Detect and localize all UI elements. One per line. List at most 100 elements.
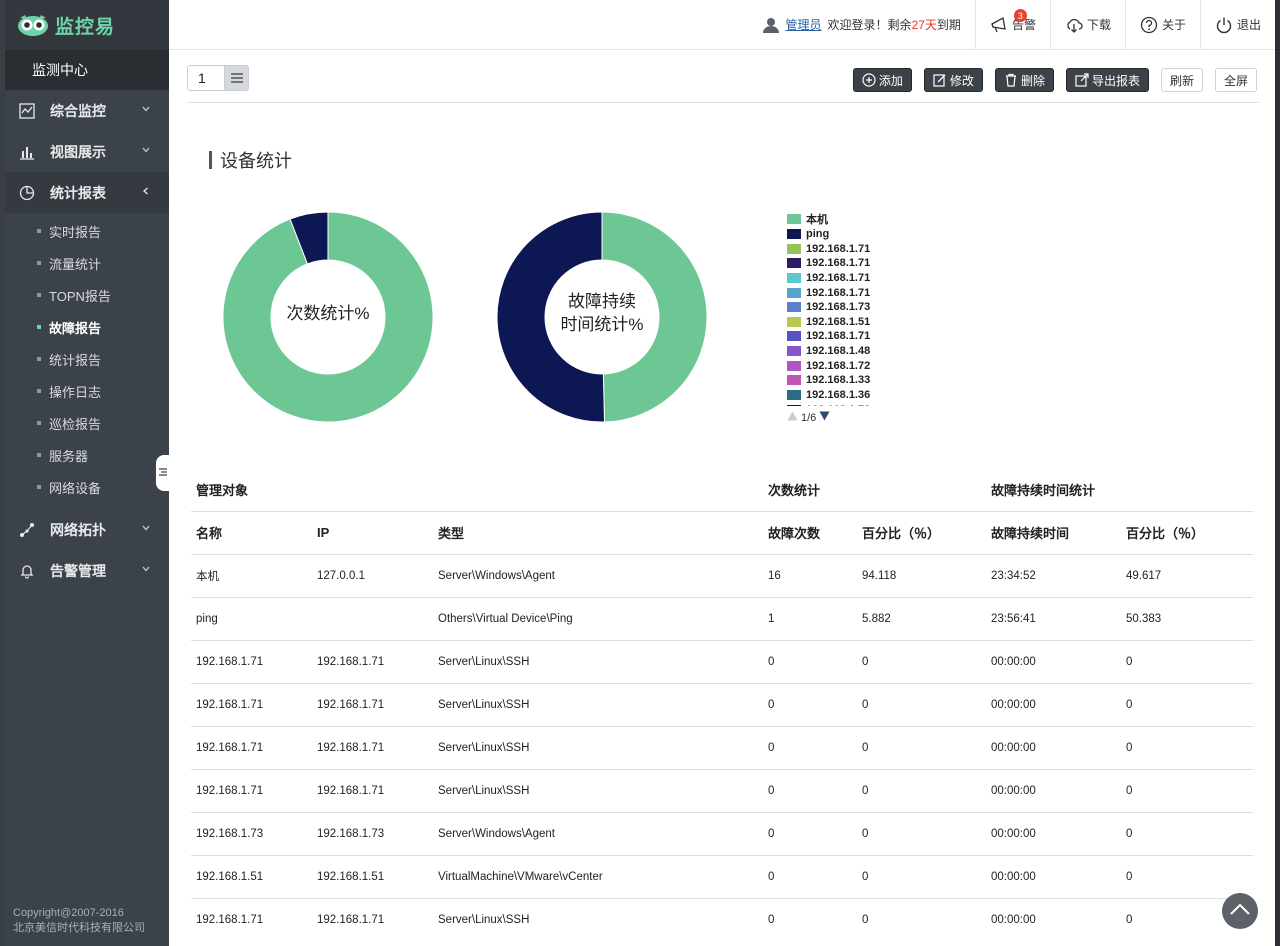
legend-item[interactable]: 192.168.1.72 xyxy=(787,402,887,406)
legend-item[interactable]: 192.168.1.71 xyxy=(787,241,887,256)
scroll-to-top-button[interactable] xyxy=(1222,893,1258,929)
panel-title-text: 设备统计 xyxy=(220,151,292,171)
delete-button[interactable]: 删除 xyxy=(994,68,1054,92)
refresh-button[interactable]: 刷新 xyxy=(1160,68,1203,92)
fullscreen-button[interactable]: 全屏 xyxy=(1214,68,1257,92)
export-label: 导出报表 xyxy=(1091,73,1140,88)
legend-swatch xyxy=(787,302,801,313)
table-row[interactable]: 192.168.1.51 192.168.1.51 VirtualMachine\V… xyxy=(191,854,1253,898)
legend-item[interactable]: 本机 xyxy=(787,212,887,227)
column-header[interactable]: 百分比（％） xyxy=(1121,511,1253,554)
column-header[interactable]: 故障持续时间 xyxy=(986,511,1121,554)
user-greeting: 管理员 欢迎登录！剩余 27天 到期 xyxy=(762,0,975,49)
list-menu-icon[interactable] xyxy=(224,66,248,90)
days-left: 27天 xyxy=(911,18,937,32)
submenu-label: 实时报告 xyxy=(49,224,102,240)
table-row[interactable]: 192.168.1.71 192.168.1.71 Server\Linux\SSH… xyxy=(191,682,1253,726)
submenu-label: 操作日志 xyxy=(49,384,102,400)
user-name-link[interactable]: 管理员 xyxy=(786,16,822,33)
table-row[interactable]: 192.168.1.71 192.168.1.71 Server\Linux\SSH… xyxy=(191,725,1253,769)
edit-label: 修改 xyxy=(949,73,974,88)
export-report-button[interactable]: 导出报表 xyxy=(1065,68,1149,92)
table-cell: 23:34:52 xyxy=(986,553,1121,597)
submenu-item[interactable]: 巡检报告 xyxy=(5,407,169,439)
page-selector[interactable]: 1 xyxy=(187,65,249,91)
download-label: 下载 xyxy=(1086,18,1111,32)
bar-chart-icon xyxy=(18,143,36,161)
table-cell: VirtualMachine\VMware\vCenter xyxy=(433,854,763,898)
column-header[interactable]: IP xyxy=(312,511,433,554)
app-logo[interactable]: 监控易 xyxy=(5,0,169,50)
legend-prev-icon[interactable] xyxy=(787,411,798,424)
about-button[interactable]: 关于 xyxy=(1124,0,1200,49)
legend-item[interactable]: 192.168.1.51 xyxy=(787,314,887,329)
menu-item-view-display[interactable]: 视图展示 xyxy=(5,131,169,172)
legend-item[interactable]: 192.168.1.73 xyxy=(787,300,887,315)
submenu-item[interactable]: 网络设备 xyxy=(5,471,169,503)
table-row[interactable]: 192.168.1.71 192.168.1.71 Server\Linux\SSH… xyxy=(191,897,1253,941)
legend-label: 192.168.1.71 xyxy=(806,242,871,255)
legend-item[interactable]: 192.168.1.71 xyxy=(787,329,887,344)
submenu-item[interactable]: 实时报告 xyxy=(5,215,169,247)
user-avatar-icon xyxy=(762,16,780,34)
table-header-row: 名称 IP 类型 故障次数 百分比（％） 故障持续时间 百分比（％） xyxy=(191,511,1253,554)
submenu-item[interactable]: 统计报告 xyxy=(5,343,169,375)
page-value[interactable]: 1 xyxy=(188,66,224,90)
submenu-label: 故障报告 xyxy=(49,320,102,336)
legend-next-icon[interactable] xyxy=(819,411,830,424)
alarm-button[interactable]: 告警 3 xyxy=(974,0,1050,49)
submenu-item[interactable]: 操作日志 xyxy=(5,375,169,407)
menu-item-statistics-report[interactable]: 统计报表 xyxy=(5,172,169,213)
chart-legend: 本机 ping 192.168.1.71 192.168.1.71 192.168.1.… xyxy=(787,212,887,406)
add-button[interactable]: 添加 xyxy=(852,68,912,92)
logout-button[interactable]: 退出 xyxy=(1199,0,1275,49)
sidebar-collapse-toggle[interactable] xyxy=(156,455,170,491)
section-title[interactable]: 监测中心 xyxy=(5,50,169,90)
table-cell: 0 xyxy=(763,725,857,769)
submenu-list: 实时报告流量统计 TOPN报告故障报告统计报告操作日志巡检报告服务器 网络设备 xyxy=(5,213,169,509)
table-row[interactable]: 192.168.1.71 192.168.1.71 Server\Linux\SSH… xyxy=(191,768,1253,812)
legend-label: 192.168.1.71 xyxy=(806,257,871,270)
chevron-up-icon xyxy=(1229,902,1251,921)
alarm-count-badge: 3 xyxy=(1013,9,1027,22)
table-row[interactable]: 本机 127.0.0.1 Server\Windows\Agent 16 94.118 2… xyxy=(191,553,1253,597)
legend-swatch xyxy=(787,390,801,400)
table-row[interactable]: 192.168.1.73 192.168.1.73 Server\Windows\A… xyxy=(191,811,1253,855)
menu-item-alarm-management[interactable]: 告警管理 xyxy=(5,550,169,591)
column-header[interactable]: 百分比（％） xyxy=(857,511,986,554)
column-header[interactable]: 故障次数 xyxy=(763,511,857,554)
legend-item[interactable]: 192.168.1.72 xyxy=(787,358,887,373)
column-header[interactable]: 类型 xyxy=(433,511,763,554)
submenu-item[interactable]: 服务器 xyxy=(5,439,169,471)
legend-swatch xyxy=(787,258,801,269)
table-cell: 0 xyxy=(857,897,986,941)
legend-label: 192.168.1.36 xyxy=(806,389,871,401)
legend-item[interactable]: 192.168.1.71 xyxy=(787,271,887,286)
legend-item[interactable]: 192.168.1.48 xyxy=(787,344,887,359)
submenu-label: 巡检报告 xyxy=(49,416,102,432)
legend-item[interactable]: 192.168.1.33 xyxy=(787,373,887,388)
menu-item-comprehensive-monitor[interactable]: 综合监控 xyxy=(5,90,169,131)
menu-label: 统计报表 xyxy=(50,184,106,201)
submenu-item[interactable]: 流量统计 xyxy=(5,247,169,279)
submenu-item[interactable]: TOPN报告 xyxy=(5,279,169,311)
legend-item[interactable]: 192.168.1.71 xyxy=(787,285,887,300)
edit-button[interactable]: 修改 xyxy=(923,68,983,92)
table-cell: 5.882 xyxy=(857,596,986,640)
legend-item[interactable]: 192.168.1.71 xyxy=(787,256,887,271)
menu-item-network-topology[interactable]: 网络拓扑 xyxy=(5,509,169,550)
table-cell: 00:00:00 xyxy=(986,768,1121,812)
submenu-label: 统计报告 xyxy=(49,352,102,368)
table-cell: 00:00:00 xyxy=(986,854,1121,898)
submenu-item[interactable]: 故障报告 xyxy=(5,311,169,343)
legend-item[interactable]: 192.168.1.36 xyxy=(787,388,887,403)
legend-swatch xyxy=(787,272,801,283)
duration-title-line1: 故障持续 xyxy=(568,292,636,311)
table-row[interactable]: 192.168.1.71 192.168.1.71 Server\Linux\SSH… xyxy=(191,639,1253,683)
column-header[interactable]: 名称 xyxy=(191,511,312,554)
legend-item[interactable]: ping xyxy=(787,227,887,242)
legend-label: 本机 xyxy=(806,214,828,227)
table-cell: 192.168.1.71 xyxy=(312,725,433,769)
download-button[interactable]: 下载 xyxy=(1049,0,1125,49)
table-row[interactable]: ping Others\Virtual Device\Ping 1 5.882 23:5… xyxy=(191,596,1253,640)
